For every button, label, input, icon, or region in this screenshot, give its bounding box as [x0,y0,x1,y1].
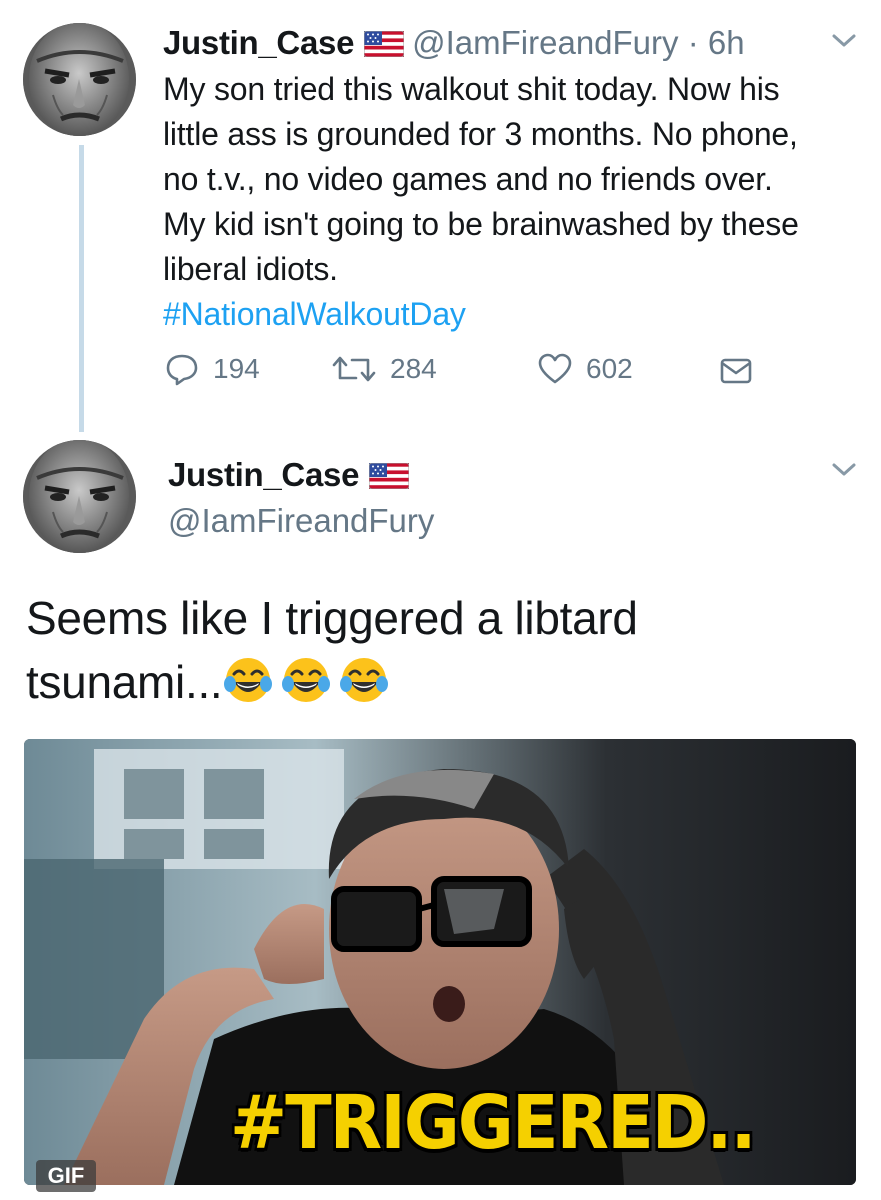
avatar[interactable] [23,23,136,136]
tweet-text-line-2: tsunami... [26,656,223,708]
tweet-text-line: My kid isn't going to be brainwashed by … [163,206,799,242]
thread-line [79,145,84,432]
avatar-image [23,23,136,136]
tweet-header: Justin_Case [168,456,417,494]
reply-count: 194 [213,353,260,384]
chevron-down-icon[interactable] [829,460,859,480]
tweet-text-line: no t.v., no video games and no friends o… [163,161,773,197]
reply-button[interactable]: 194 [165,352,260,386]
tears-of-joy-emoji [222,654,274,706]
tears-of-joy-emoji [338,654,390,706]
gif-caption: #TRIGGERED.. [230,1080,756,1166]
avatar-image [23,440,136,553]
display-name[interactable]: Justin_Case [168,456,359,493]
tweet-text-line: little ass is grounded for 3 months. No … [163,116,798,152]
tweet-text: Seems like I triggered a libtard tsunami… [26,586,866,714]
retweet-count: 284 [390,353,437,384]
tweet-text-line: tsunami... [26,650,866,714]
tears-of-joy-emoji [280,654,332,706]
avatar[interactable] [23,440,136,553]
retweet-button[interactable]: 284 [332,352,437,386]
tweet-text: My son tried this walkout shit today. No… [163,67,863,337]
handle-time[interactable]: @IamFireandFury · 6h [412,24,744,61]
hashtag-link[interactable]: #NationalWalkoutDay [163,292,863,337]
direct-message-button[interactable] [719,354,767,388]
chevron-down-icon[interactable] [829,31,859,51]
tweet-text-line: My son tried this walkout shit today. No… [163,71,780,107]
reply-icon [165,352,199,386]
tweet-header: Justin_Case @IamFireandFury · 6h [163,24,745,62]
heart-icon [538,352,572,386]
us-flag-icon [364,31,405,57]
tweet-text-line: liberal idiots. [163,251,338,287]
like-count: 602 [586,353,633,384]
gif-badge: GIF [36,1160,96,1192]
tweet-text-line: Seems like I triggered a libtard [26,592,638,644]
us-flag-icon [369,463,410,489]
like-button[interactable]: 602 [538,352,633,386]
display-name[interactable]: Justin_Case [163,24,354,61]
envelope-icon [719,354,753,388]
retweet-icon [332,352,376,386]
handle[interactable]: @IamFireandFury [168,502,434,540]
